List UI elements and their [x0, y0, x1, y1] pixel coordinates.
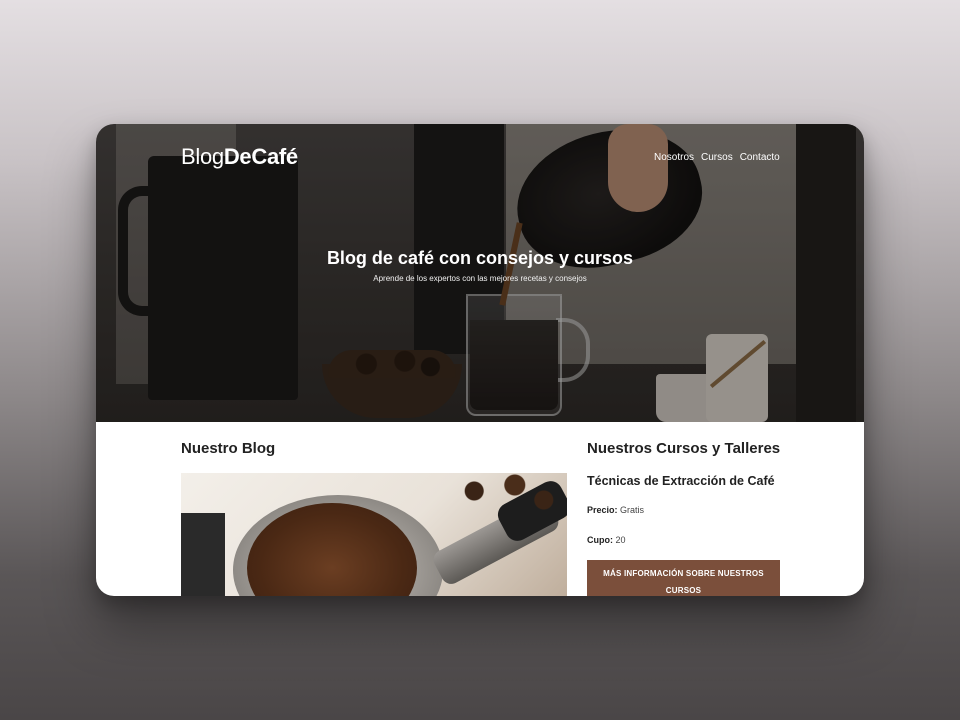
nav-link-cursos[interactable]: Cursos: [701, 152, 733, 163]
blog-heading: Nuestro Blog: [181, 440, 276, 457]
hero-banner: BlogDeCafé Nosotros Cursos Contacto Blog…: [96, 124, 864, 422]
course-info-button[interactable]: Más información sobre nuestros cursos: [587, 560, 780, 596]
hero-title: Blog de café con consejos y cursos: [326, 248, 634, 268]
price-value: Gratis: [620, 505, 645, 515]
price-label: Precio:: [587, 505, 618, 515]
course-price: Precio: Gratis: [587, 505, 644, 515]
spots-label: Cupo:: [587, 535, 613, 545]
course-title: Técnicas de Extracción de Café: [587, 474, 775, 488]
logo-text-bold: DeCafé: [223, 144, 298, 169]
site-logo[interactable]: BlogDeCafé: [181, 144, 298, 170]
logo-text-light: Blog: [181, 144, 224, 169]
spots-value: 20: [615, 535, 626, 545]
hero-subtitle: Aprende de los expertos con las mejores …: [373, 274, 587, 283]
nav-link-contacto[interactable]: Contacto: [740, 152, 780, 163]
nav-link-nosotros[interactable]: Nosotros: [654, 152, 694, 163]
course-spots: Cupo: 20: [587, 535, 626, 545]
courses-heading: Nuestros Cursos y Talleres: [587, 440, 781, 457]
main-navigation: Nosotros Cursos Contacto: [654, 152, 780, 163]
blog-post-image[interactable]: [181, 473, 567, 596]
browser-frame: BlogDeCafé Nosotros Cursos Contacto Blog…: [96, 124, 864, 596]
